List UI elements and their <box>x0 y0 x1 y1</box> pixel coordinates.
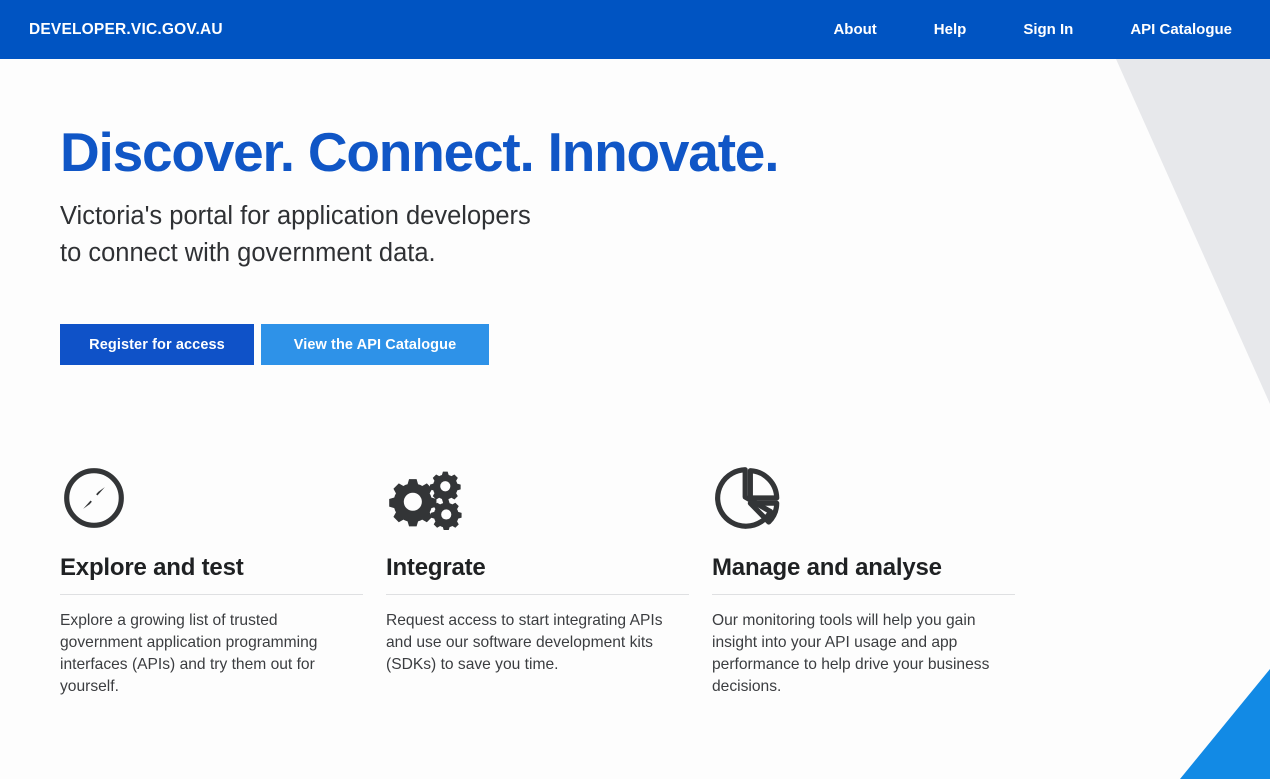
feature-title: Integrate <box>386 554 486 582</box>
compass-icon <box>60 466 363 530</box>
hero-section: Discover. Connect. Innovate. Victoria's … <box>0 59 1270 366</box>
nav-link-help[interactable]: Help <box>934 21 967 38</box>
nav-link-sign-in[interactable]: Sign In <box>1023 21 1073 38</box>
register-for-access-button[interactable]: Register for access <box>60 324 254 366</box>
features-section: Explore and test Explore a growing list … <box>0 365 1270 698</box>
primary-navigation: About Help Sign In API Catalogue <box>833 21 1232 38</box>
page-root: DEVELOPER.VIC.GOV.AU About Help Sign In … <box>0 0 1270 779</box>
gears-icon <box>386 466 689 531</box>
nav-link-about[interactable]: About <box>833 21 876 38</box>
hero-subtitle: Victoria's portal for application develo… <box>60 201 531 267</box>
hero-title: Discover. Connect. Innovate. <box>60 121 779 183</box>
feature-card-explore-and-test: Explore and test Explore a growing list … <box>60 466 363 698</box>
feature-description: Explore a growing list of trusted govern… <box>60 611 318 696</box>
feature-card-manage-and-analyse: Manage and analyse Our monitoring tools … <box>712 466 1015 698</box>
pie-chart-icon <box>712 466 1015 530</box>
feature-description: Our monitoring tools will help you gain … <box>712 611 990 696</box>
feature-description: Request access to start integrating APIs… <box>386 611 663 674</box>
hero-button-group: Register for access View the API Catalog… <box>60 272 1270 366</box>
feature-card-integrate: Integrate Request access to start integr… <box>386 466 689 698</box>
feature-title: Explore and test <box>60 554 244 582</box>
site-header: DEVELOPER.VIC.GOV.AU About Help Sign In … <box>0 0 1270 59</box>
nav-link-api-catalogue[interactable]: API Catalogue <box>1130 21 1232 38</box>
feature-title: Manage and analyse <box>712 554 942 582</box>
view-api-catalogue-button[interactable]: View the API Catalogue <box>261 324 489 366</box>
site-logo[interactable]: DEVELOPER.VIC.GOV.AU <box>29 21 223 39</box>
